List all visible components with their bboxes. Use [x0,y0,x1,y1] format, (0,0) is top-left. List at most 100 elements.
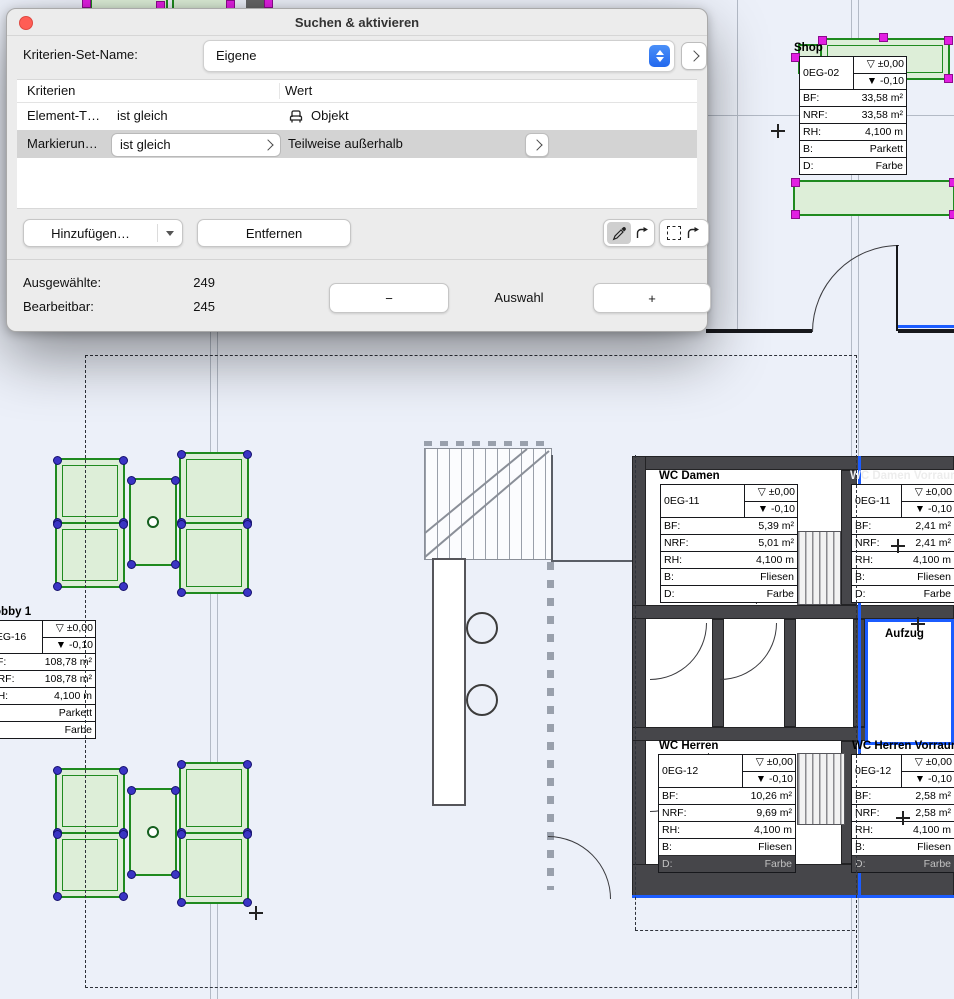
deselect-button[interactable]: − [329,283,449,313]
shop-counter[interactable] [791,178,954,219]
dialog-title: Suchen & aktivieren [294,15,420,30]
stamp-row: B: Fliesen [852,838,954,855]
chevron-right-icon [262,139,274,151]
edit-handle[interactable] [791,210,800,219]
selection-handle[interactable] [53,456,62,465]
floor-plan-canvas[interactable]: Shop 0EG-02 ▽ ±0,00 ▼ -0,10 BF: 33,58 m² NRF:… [0,0,954,999]
zone-stamp-lobby[interactable]: Lobby 1 0EG-16▽ ±0,00▼ -0,10BF:108,78 m²… [0,606,96,739]
exterior-wall[interactable] [898,329,954,333]
selected-count-label: Ausgewählte: [23,275,102,290]
popup-stepper-icon[interactable] [649,45,670,67]
chevron-down-icon [158,230,182,236]
room-id: 0EG-16 [0,631,27,643]
editable-count-value: 245 [193,299,215,314]
edit-handle[interactable] [949,210,954,219]
crosshair-marker [891,539,905,553]
room-stamp-table: 0EG-16▽ ±0,00▼ -0,10BF:108,78 m²NRF:108,… [0,620,96,739]
room-elevations: ▽ ±0,00 ▼ -0,10 [853,57,906,89]
edit-handle[interactable] [264,0,273,8]
stamp-header-row: 0EG-16▽ ±0,00▼ -0,10 [0,621,95,653]
add-criterion-button[interactable]: Hinzufügen… [23,219,183,247]
stamp-row: RH:4,100 m [0,687,95,704]
plus-label: + [648,290,656,306]
auswahl-label: Auswahl [494,290,544,305]
stamp-row: B:Parkett [800,140,906,157]
crosshair-marker [771,124,785,138]
chevron-right-icon [531,139,543,151]
room-elevations: ▽ ±0,00 ▼ -0,10 [901,485,954,517]
furniture-cropped[interactable] [246,0,266,8]
edit-handle[interactable] [82,0,91,8]
edit-handle[interactable] [791,178,800,187]
stamp-row: D:Farbe [0,721,95,738]
marquee-settings-button[interactable] [659,219,709,247]
criterion-relation: ist gleich [117,108,168,123]
stamp-header-row: 0EG-02 ▽ ±0,00 ▼ -0,10 [800,57,906,89]
add-button-label: Hinzufügen… [51,225,130,241]
dialog-titlebar[interactable]: Suchen & aktivieren [7,9,707,36]
header-divider [279,83,280,99]
criteria-table[interactable]: Kriterien Wert Element-T… ist gleich Obj… [17,79,697,209]
edit-handle[interactable] [944,74,953,83]
criterion-name: Element-T… [27,108,100,123]
column-header-kriterien: Kriterien [27,83,76,98]
find-select-dialog[interactable]: Suchen & aktivieren Kriterien-Set-Name: … [6,8,711,332]
crosshair-marker [249,906,263,920]
relation-dropdown[interactable]: ist gleich [111,133,281,157]
close-button[interactable] [19,16,33,30]
marquee-icon [666,226,681,240]
edit-handle[interactable] [944,36,953,45]
remove-criterion-button[interactable]: Entfernen [197,219,351,247]
stamp-row: B:Parkett [0,704,95,721]
room-name: Shop [794,42,823,54]
edit-handle[interactable] [879,33,888,42]
criteria-row-element-type[interactable]: Element-T… ist gleich Objekt [17,102,697,130]
room-name: WC Herren Vorraum [852,740,954,752]
stamp-row: NRF: 33,58 m² [800,106,906,123]
stamp-row: BF:108,78 m² [0,653,95,670]
stamp-row: RH:4,100 m [852,551,954,568]
door-leaf[interactable] [896,245,898,331]
crosshair-marker [896,811,910,825]
stamp-header-row: 0EG-12 ▽ ±0,00 ▼ -0,10 [852,755,954,787]
dashed-boundary [635,930,855,931]
relation-value: ist gleich [120,137,171,152]
criterion-value: Objekt [311,108,349,123]
stamp-row: D:Farbe [852,855,954,872]
selection-handle[interactable] [53,766,62,775]
exterior-wall[interactable] [706,329,812,333]
value-detail-button[interactable] [525,133,549,157]
selection-handle[interactable] [53,520,62,529]
criterion-name: Markierun… [27,136,98,151]
room-id: 0EG-12 [855,765,892,777]
criteria-row-marker-selected[interactable]: Markierun… ist gleich Teilweise außerhal… [17,130,697,158]
stamp-row: B: Fliesen [852,568,954,585]
crosshair-marker [911,617,925,631]
stamp-row: NRF:108,78 m² [0,670,95,687]
criteria-table-header: Kriterien Wert [17,80,697,103]
selected-count-value: 249 [193,275,215,290]
selection-handle[interactable] [53,892,62,901]
stamp-row: D:Farbe [800,157,906,174]
criteria-set-dropdown[interactable]: Eigene [203,40,675,72]
dashed-boundary [635,455,636,930]
pick-up-settings-button[interactable] [603,219,655,247]
marquee-selection[interactable] [85,355,857,988]
grid-line [737,0,738,331]
selection-handle[interactable] [53,830,62,839]
select-button[interactable]: + [593,283,711,313]
criteria-set-value: Eigene [216,48,257,63]
edit-handle[interactable] [949,178,954,187]
zone-stamp-wc-herren-vorraum[interactable]: WC Herren Vorraum 0EG-12 ▽ ±0,00 ▼ -0,10 BF… [851,740,954,873]
stamp-row: D:Farbe [852,585,954,602]
zone-stamp-shop[interactable]: Shop 0EG-02 ▽ ±0,00 ▼ -0,10 BF: 33,58 m² NRF:… [793,42,907,175]
zone-stamp-wc-damen-vorraum[interactable]: WC Damen Vorraum 0EG-11 ▽ ±0,00 ▼ -0,10 BF:… [849,470,954,603]
stamp-header-row: 0EG-11 ▽ ±0,00 ▼ -0,10 [852,485,954,517]
door-swing-arc[interactable] [812,245,899,332]
criteria-set-detail-button[interactable] [681,42,707,70]
stamp-row: BF: 2,41 m² [852,517,954,534]
bent-arrow-icon [684,226,702,240]
eyedropper-icon [607,222,631,244]
selection-handle[interactable] [53,582,62,591]
remove-button-label: Entfernen [245,225,303,241]
